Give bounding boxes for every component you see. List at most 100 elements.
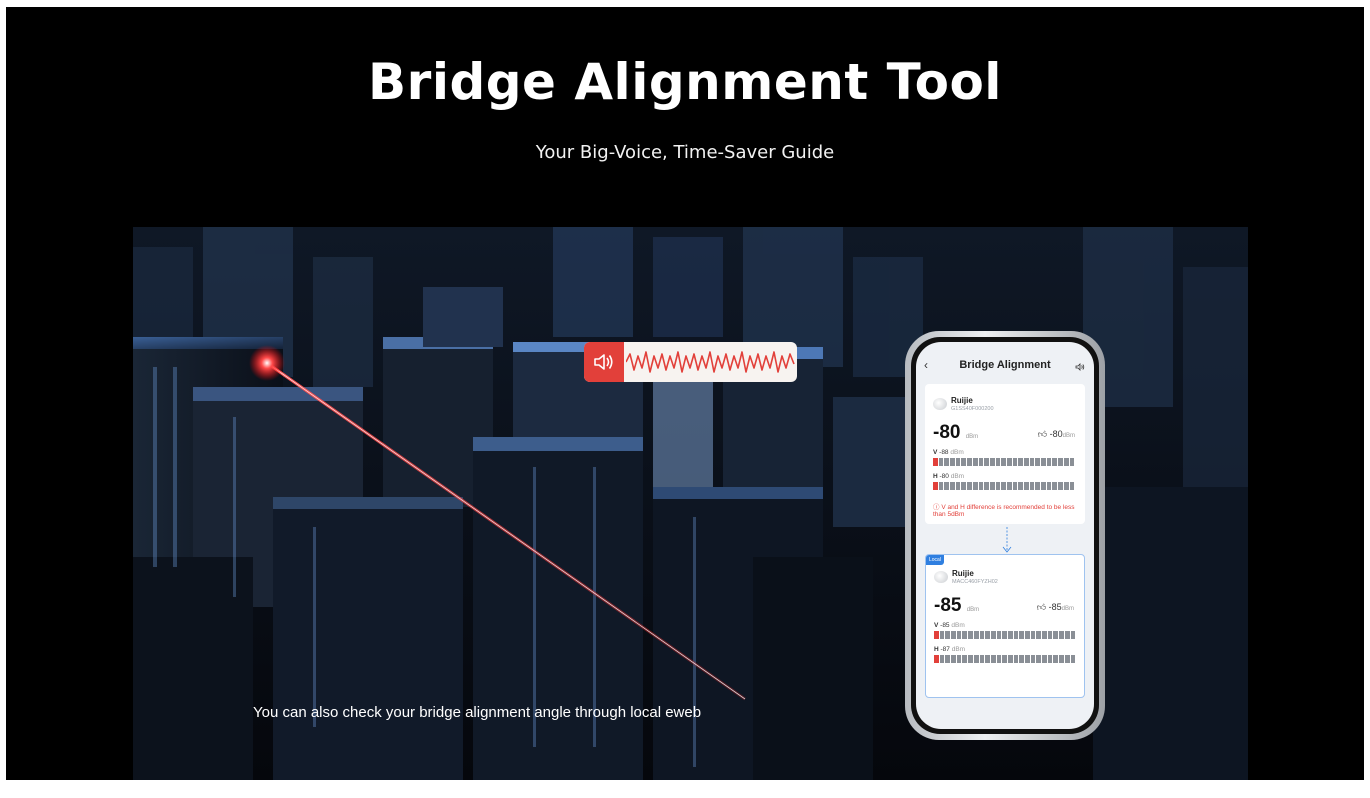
video-frame[interactable]: ‹ Bridge Alignment Ruijie G1SS40F000200 … (133, 227, 1248, 780)
horizontal-meter (934, 655, 1076, 663)
meter-tick (1041, 482, 1046, 490)
meter-tick (934, 631, 939, 639)
horizontal-label: H -87 dBm (934, 646, 966, 653)
meter-tick (950, 458, 955, 466)
meter-tick (1002, 655, 1007, 663)
meter-tick (955, 458, 961, 466)
meter-tick (1046, 482, 1052, 490)
meter-tick (1025, 631, 1030, 639)
signal-strength: -85 dBm (934, 595, 980, 616)
meter-tick (961, 458, 967, 466)
meter-tick (1042, 655, 1047, 663)
meter-tick (1058, 482, 1063, 490)
meter-tick (967, 458, 972, 466)
meter-tick (956, 655, 962, 663)
meter-tick (933, 482, 938, 490)
meter-tick (962, 631, 968, 639)
page-title: Bridge Alignment Tool (368, 53, 1002, 111)
meter-tick (1007, 631, 1013, 639)
meter-tick (1053, 655, 1059, 663)
meter-tick (1013, 631, 1019, 639)
meter-tick (938, 482, 944, 490)
meter-tick (1029, 458, 1035, 466)
meter-tick (1070, 655, 1076, 663)
meter-tick (1063, 482, 1069, 490)
best-signal: 👍︎ -85dBm (1036, 602, 1074, 612)
meter-tick (1035, 482, 1041, 490)
meter-tick (1001, 482, 1006, 490)
local-device-card: Local Ruijie MACC460FYZH02 -85 dBm 👍︎ -8… (925, 554, 1085, 698)
meter-tick (996, 631, 1002, 639)
alignment-warning: ⓘ V and H difference is recommended to b… (933, 504, 1075, 518)
meter-tick (1036, 631, 1042, 639)
sound-icon[interactable] (1075, 358, 1085, 376)
meter-tick (1012, 482, 1018, 490)
meter-tick (1042, 631, 1047, 639)
meter-tick (967, 482, 972, 490)
meter-tick (1052, 458, 1058, 466)
meter-tick (1006, 458, 1012, 466)
meter-tick (934, 655, 939, 663)
app-title: Bridge Alignment (959, 359, 1051, 371)
meter-tick (1030, 631, 1036, 639)
horizontal-meter (933, 482, 1075, 490)
meter-tick (1007, 655, 1013, 663)
meter-tick (973, 631, 979, 639)
meter-tick (1035, 458, 1041, 466)
meter-tick (978, 482, 984, 490)
local-tag: Local (926, 555, 944, 565)
remote-device-card: Ruijie G1SS40F000200 -80 dBm 👍︎ -80dBm V… (925, 384, 1085, 524)
voice-indicator (584, 342, 797, 382)
meter-tick (984, 458, 989, 466)
meter-tick (972, 458, 978, 466)
meter-tick (1012, 458, 1018, 466)
meter-tick (989, 482, 995, 490)
vertical-meter (933, 458, 1075, 466)
audio-waveform (626, 351, 795, 373)
meter-tick (951, 631, 956, 639)
device-name: Ruijie (951, 396, 973, 405)
meter-tick (1013, 655, 1019, 663)
page-subtitle: Your Big-Voice, Time-Saver Guide (535, 142, 835, 163)
meter-tick (985, 655, 990, 663)
meter-tick (950, 482, 955, 490)
meter-tick (1059, 631, 1064, 639)
meter-tick (995, 482, 1001, 490)
meter-tick (990, 631, 996, 639)
speaker-icon (584, 342, 624, 382)
meter-tick (968, 631, 973, 639)
meter-tick (1018, 458, 1023, 466)
meter-tick (978, 458, 984, 466)
device-serial: G1SS40F000200 (951, 406, 994, 412)
meter-tick (939, 631, 945, 639)
best-signal: 👍︎ -80dBm (1037, 429, 1075, 439)
phone-mockup: ‹ Bridge Alignment Ruijie G1SS40F000200 … (905, 331, 1105, 740)
meter-tick (1052, 482, 1058, 490)
meter-tick (1046, 458, 1052, 466)
meter-tick (956, 631, 962, 639)
thumbs-up-icon: 👍︎ (1036, 602, 1047, 612)
meter-tick (1030, 655, 1036, 663)
video-caption: You can also check your bridge alignment… (253, 704, 702, 721)
meter-tick (962, 655, 968, 663)
meter-tick (1064, 631, 1070, 639)
meter-tick (939, 655, 945, 663)
meter-tick (1064, 655, 1070, 663)
meter-tick (1029, 482, 1035, 490)
meter-tick (989, 458, 995, 466)
meter-tick (1006, 482, 1012, 490)
meter-tick (1036, 655, 1042, 663)
meter-tick (1053, 631, 1059, 639)
arrow-down-icon (1002, 527, 1012, 553)
meter-tick (990, 655, 996, 663)
meter-tick (968, 655, 973, 663)
meter-tick (1019, 655, 1024, 663)
meter-tick (938, 458, 944, 466)
phone-screen: ‹ Bridge Alignment Ruijie G1SS40F000200 … (916, 342, 1094, 729)
device-icon (933, 398, 947, 410)
meter-tick (951, 655, 956, 663)
meter-tick (1041, 458, 1046, 466)
info-icon: ⓘ (933, 504, 940, 511)
meter-tick (1063, 458, 1069, 466)
meter-tick (933, 458, 938, 466)
